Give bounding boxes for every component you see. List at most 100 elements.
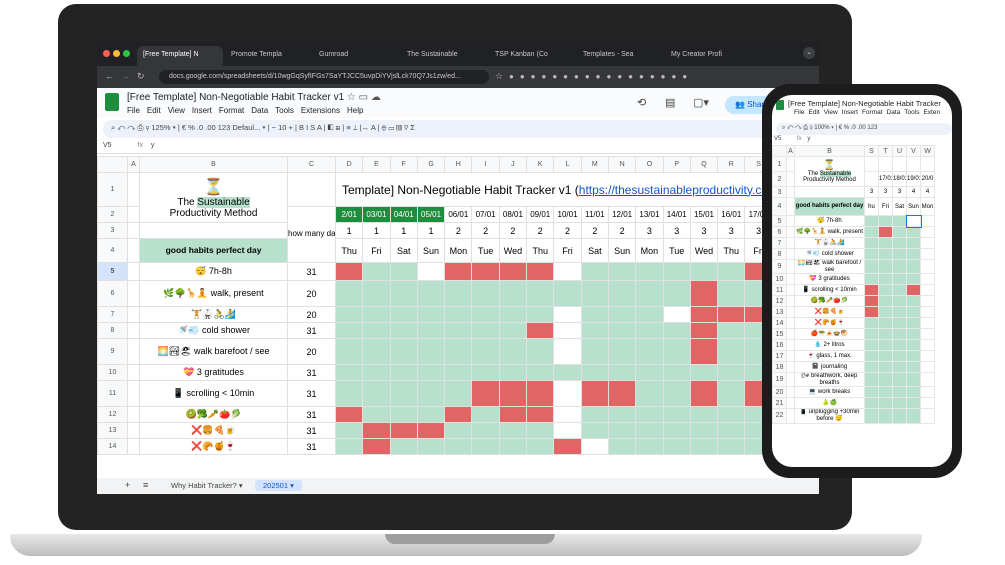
weekday-cell[interactable]: Fri — [553, 238, 582, 263]
habit-checkbox-cell[interactable] — [334, 380, 364, 407]
habit-checkbox-cell[interactable] — [389, 280, 418, 307]
habit-checkbox-cell[interactable] — [334, 422, 364, 439]
habit-checkbox-cell[interactable] — [334, 280, 364, 307]
target-days-cell[interactable]: 31 — [287, 322, 336, 339]
habit-checkbox-cell[interactable] — [553, 406, 582, 423]
phone-habit-checkbox-cell[interactable] — [906, 350, 921, 363]
phone-habit-checkbox-cell[interactable] — [878, 237, 893, 249]
column-header[interactable]: I — [471, 156, 500, 173]
phone-row-header[interactable]: 15 — [772, 328, 787, 341]
phone-habit-label[interactable]: ❌🍔🍕🍺 — [794, 306, 865, 319]
extensions-icons[interactable]: ●●●●●●●●●●●●●●●●● — [509, 72, 693, 81]
phone-date-cell[interactable]: 19/01 — [906, 171, 921, 187]
phone-habit-label[interactable]: 🍎🥗🍝🍲🥙 — [794, 328, 865, 341]
habit-checkbox-cell[interactable] — [362, 422, 391, 439]
habit-checkbox-cell[interactable] — [526, 322, 555, 339]
target-days-cell[interactable]: 20 — [287, 338, 336, 365]
target-days-cell[interactable]: 20 — [287, 280, 336, 307]
phone-empty-cell[interactable] — [878, 156, 893, 172]
date-cell[interactable]: 12/01 — [607, 206, 637, 223]
phone-habit-checkbox-cell[interactable] — [906, 237, 921, 249]
phone-row-header[interactable]: 21 — [772, 397, 787, 410]
phone-row-header[interactable]: 7 — [772, 237, 787, 249]
weekday-cell[interactable]: Wed — [689, 238, 719, 263]
phone-habit-label[interactable]: 📓 journaling — [794, 361, 865, 374]
week-number-cell[interactable]: 1 — [334, 222, 364, 239]
target-days-cell[interactable]: 31 — [287, 262, 336, 281]
column-header[interactable]: H — [444, 156, 473, 173]
phone-row-header[interactable]: 14 — [772, 317, 787, 330]
habit-checkbox-cell[interactable] — [362, 406, 391, 423]
date-cell[interactable]: 04/01 — [389, 206, 418, 223]
phone-habit-checkbox-cell[interactable] — [920, 339, 935, 352]
date-cell[interactable]: 08/01 — [498, 206, 528, 223]
phone-habit-checkbox-cell[interactable] — [864, 328, 879, 341]
empty-cell[interactable] — [127, 322, 140, 339]
habit-checkbox-cell[interactable] — [635, 438, 664, 455]
phone-weekday-cell[interactable]: Sun — [906, 197, 921, 216]
habit-checkbox-cell[interactable] — [717, 406, 746, 423]
date-cell[interactable]: 03/01 — [362, 206, 391, 223]
browser-tab[interactable]: [Free Template] N — [137, 46, 223, 66]
week-number-cell[interactable]: 1 — [362, 222, 391, 239]
week-number-cell[interactable]: 1 — [416, 222, 446, 239]
sheet-tab[interactable]: Why Habit Tracker? ▾ — [163, 480, 251, 491]
phone-habit-label[interactable]: 🌬 breathwork, deep breaths — [794, 372, 865, 388]
habit-checkbox-cell[interactable] — [717, 262, 746, 281]
habit-checkbox-cell[interactable] — [553, 338, 582, 365]
phone-habit-checkbox-cell[interactable] — [906, 226, 921, 238]
habit-checkbox-cell[interactable] — [471, 262, 500, 281]
habit-checkbox-cell[interactable] — [635, 338, 664, 365]
phone-habit-checkbox-cell[interactable] — [920, 328, 935, 341]
habit-checkbox-cell[interactable] — [635, 306, 664, 323]
phone-menu-item[interactable]: Insert — [842, 109, 858, 116]
phone-habit-checkbox-cell[interactable] — [864, 226, 879, 238]
phone-habit-label[interactable]: ❌🥐🍯🍷 — [794, 317, 865, 330]
habit-checkbox-cell[interactable] — [553, 438, 582, 455]
habit-checkbox-cell[interactable] — [389, 438, 418, 455]
phone-habit-checkbox-cell[interactable] — [878, 350, 893, 363]
column-header[interactable]: K — [526, 156, 555, 173]
habit-checkbox-cell[interactable] — [416, 380, 446, 407]
habit-checkbox-cell[interactable] — [553, 322, 582, 339]
habit-checkbox-cell[interactable] — [334, 406, 364, 423]
habit-checkbox-cell[interactable] — [444, 406, 473, 423]
habit-label[interactable]: 🏋🥋🚴🏄 — [139, 306, 288, 323]
phone-habit-checkbox-cell[interactable] — [878, 258, 893, 275]
phone-empty-cell[interactable] — [786, 295, 795, 308]
forward-icon[interactable]: → — [121, 71, 130, 81]
phone-habit-label[interactable]: 🌅🏞🏖 walk barefoot / see — [794, 258, 865, 275]
phone-empty-cell[interactable] — [786, 386, 795, 399]
phone-menu-item[interactable]: Format — [862, 109, 883, 116]
target-days-cell[interactable]: 31 — [287, 364, 336, 381]
habit-checkbox-cell[interactable] — [416, 262, 446, 281]
phone-habit-checkbox-cell[interactable] — [920, 306, 935, 319]
phone-habit-checkbox-cell[interactable] — [892, 295, 907, 308]
phone-habit-checkbox-cell[interactable] — [878, 306, 893, 319]
phone-empty-cell[interactable] — [786, 284, 795, 297]
date-cell[interactable]: 11/01 — [580, 206, 609, 223]
habit-checkbox-cell[interactable] — [334, 322, 364, 339]
habit-label[interactable]: 🌿🌳🦒🧘 walk, present — [139, 280, 288, 307]
empty-cell[interactable] — [127, 280, 140, 307]
phone-habit-label[interactable]: 🌿🌳🦒🧘 walk, present — [794, 226, 865, 238]
habit-checkbox-cell[interactable] — [580, 438, 609, 455]
habit-checkbox-cell[interactable] — [662, 338, 691, 365]
weekday-cell[interactable]: Tue — [662, 238, 691, 263]
habit-checkbox-cell[interactable] — [526, 380, 555, 407]
phone-habit-checkbox-cell[interactable] — [906, 248, 921, 260]
habit-checkbox-cell[interactable] — [580, 262, 609, 281]
habit-checkbox-cell[interactable] — [498, 406, 528, 423]
phone-empty-cell[interactable] — [786, 317, 795, 330]
habit-checkbox-cell[interactable] — [444, 280, 473, 307]
phone-habit-checkbox-cell[interactable] — [906, 397, 921, 410]
habit-checkbox-cell[interactable] — [498, 306, 528, 323]
phone-sheets-logo-icon[interactable] — [776, 100, 784, 110]
column-header[interactable]: B — [139, 156, 288, 173]
name-box[interactable]: V5 — [103, 142, 112, 149]
phone-row-header[interactable]: 9 — [772, 258, 787, 275]
phone-habit-checkbox-cell[interactable] — [864, 215, 879, 227]
week-number-cell[interactable]: 1 — [389, 222, 418, 239]
phone-menu-item[interactable]: Edit — [808, 109, 819, 116]
phone-habit-checkbox-cell[interactable] — [892, 328, 907, 341]
